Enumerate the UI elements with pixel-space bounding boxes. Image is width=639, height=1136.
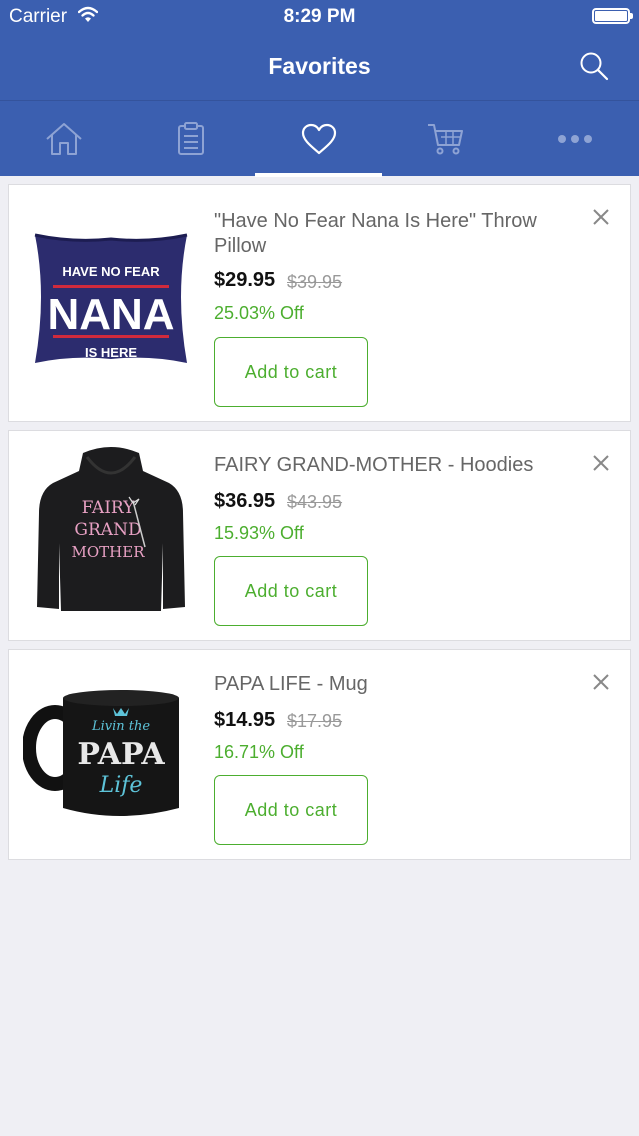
favorite-item: Livin the PAPA Life PAPA LIFE - Mug $14.…: [8, 649, 631, 860]
hoodie-product-image[interactable]: FAIRY GRAND MOTHER: [23, 443, 199, 619]
pillow-image-line3: IS HERE: [85, 345, 137, 360]
pillow-product-image[interactable]: HAVE NO FEAR NANA IS HERE: [23, 205, 199, 385]
hoodie-image-line1: FAIRY: [82, 498, 136, 518]
product-name[interactable]: "Have No Fear Nana Is Here" Throw Pillow: [214, 209, 574, 259]
nav-bar: Favorites: [0, 34, 639, 100]
tab-orders[interactable]: [127, 101, 254, 177]
remove-favorite-button[interactable]: [589, 451, 613, 475]
tab-bar: [0, 100, 639, 177]
original-price: $43.95: [287, 492, 343, 512]
product-name[interactable]: PAPA LIFE - Mug: [214, 672, 574, 697]
close-icon: [593, 455, 609, 471]
cart-icon: [427, 124, 463, 155]
remove-favorite-button[interactable]: [589, 670, 613, 694]
mug-image-line2: PAPA: [77, 737, 165, 772]
add-to-cart-button[interactable]: Add to cart: [214, 337, 368, 407]
product-price: $14.95: [214, 709, 276, 731]
search-icon[interactable]: [578, 50, 610, 82]
mug-product-image[interactable]: Livin the PAPA Life: [22, 668, 199, 838]
tab-favorites[interactable]: [255, 101, 382, 177]
pillow-image-line1: HAVE NO FEAR: [62, 264, 160, 279]
tab-home[interactable]: [0, 101, 127, 177]
remove-favorite-button[interactable]: [589, 205, 613, 229]
favorite-item: HAVE NO FEAR NANA IS HERE "Have No Fear …: [8, 184, 631, 422]
product-price: $36.95: [214, 490, 276, 512]
status-time: 8:29 PM: [283, 6, 356, 27]
home-icon: [45, 123, 82, 155]
product-name[interactable]: FAIRY GRAND-MOTHER - Hoodies: [214, 453, 574, 478]
heart-icon: [301, 123, 336, 155]
status-bar: Carrier 8:29 PM: [0, 0, 639, 34]
add-to-cart-button[interactable]: Add to cart: [214, 556, 368, 626]
add-to-cart-button[interactable]: Add to cart: [214, 775, 368, 845]
pillow-image-line2: NANA: [47, 290, 174, 339]
close-icon: [593, 674, 609, 690]
mug-image-line1: Livin the: [91, 719, 150, 734]
mug-image-line3: Life: [99, 773, 143, 798]
favorite-item: FAIRY GRAND MOTHER FAIRY GRAND-MOTHER - …: [8, 430, 631, 641]
discount-label: 15.93% Off: [214, 523, 304, 543]
original-price: $17.95: [287, 711, 343, 731]
battery-icon: [592, 8, 633, 24]
hoodie-image-line3: MOTHER: [72, 543, 146, 561]
clipboard-icon: [177, 122, 204, 155]
more-icon: [557, 135, 592, 143]
close-icon: [593, 209, 609, 225]
product-price: $29.95: [214, 269, 276, 291]
discount-label: 16.71% Off: [214, 742, 304, 762]
original-price: $39.95: [287, 272, 343, 292]
hoodie-image-line2: GRAND: [74, 520, 141, 540]
tab-cart[interactable]: [382, 101, 509, 177]
page-title: Favorites: [268, 53, 371, 79]
discount-label: 25.03% Off: [214, 303, 304, 323]
tab-more[interactable]: [511, 101, 638, 177]
